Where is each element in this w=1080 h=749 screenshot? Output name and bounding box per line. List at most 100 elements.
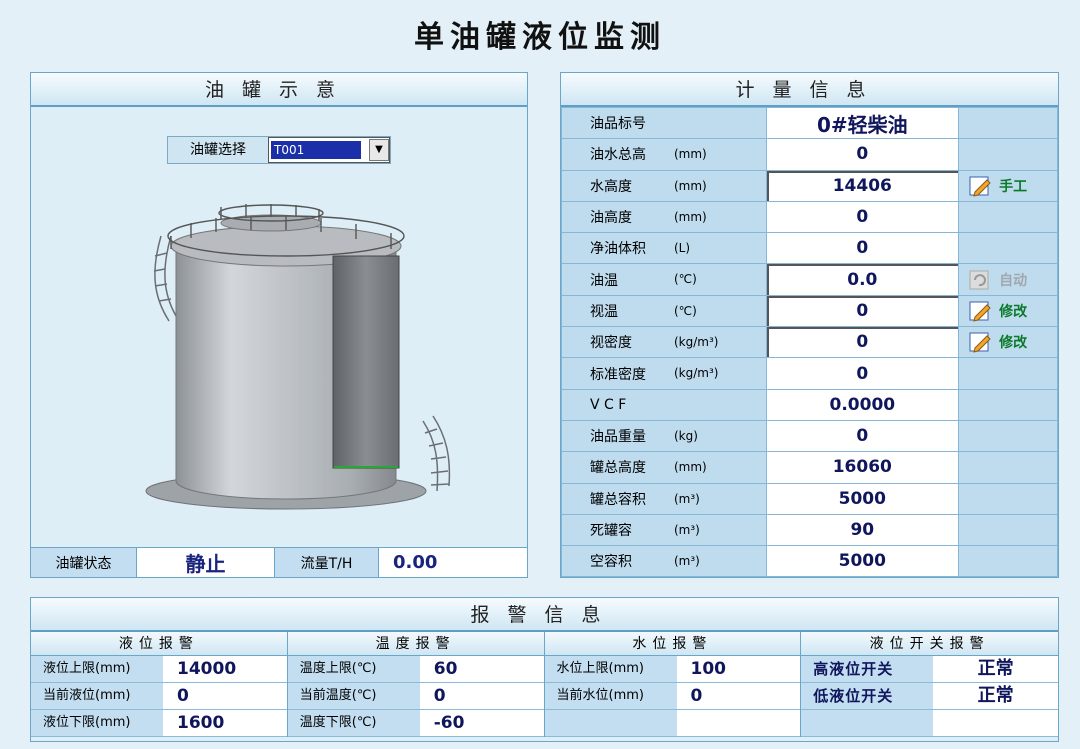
- measure-value-input[interactable]: 0.0: [765, 263, 960, 296]
- tank-panel-header: 油罐示意: [31, 73, 527, 107]
- measure-unit: (L): [674, 241, 691, 256]
- alarm-groups: 液位报警 液位上限(mm) 14000 当前液位(mm) 0 液位下限(mm) …: [31, 632, 1058, 737]
- alarm-label: 低液位开关: [801, 683, 934, 709]
- measure-value: 5000: [765, 545, 960, 578]
- measure-unit: (mm): [674, 147, 707, 162]
- table-row: V C F 0.0000: [561, 388, 1058, 421]
- flow-value: 0.00: [379, 548, 527, 577]
- alarm-group: 水位报警 水位上限(mm) 100 当前水位(mm) 0: [544, 632, 802, 737]
- refresh-icon: [969, 270, 989, 290]
- alarm-group-title: 水位报警: [544, 632, 801, 656]
- measurement-panel: 计量信息 油品标号 0#轻柴油 油水总高 (mm) 0 水高度 (mm) 144…: [560, 72, 1059, 578]
- measure-unit: (m³): [674, 491, 700, 506]
- alarm-group: 液位报警 液位上限(mm) 14000 当前液位(mm) 0 液位下限(mm) …: [31, 632, 288, 737]
- alarm-group-title: 液位报警: [31, 632, 287, 656]
- measure-value-input[interactable]: 0: [765, 294, 960, 328]
- table-row: 视密度 (kg/m³) 0 修改: [561, 326, 1058, 359]
- measure-unit: (kg): [674, 428, 698, 443]
- action-label: 自动: [999, 272, 1028, 289]
- table-row: 标准密度 (kg/m³) 0: [561, 357, 1058, 390]
- measure-value-input[interactable]: 14406: [765, 169, 960, 202]
- auto-button[interactable]: 自动: [959, 269, 1057, 291]
- edit-button[interactable]: 修改: [959, 331, 1057, 353]
- edit-button[interactable]: 手工: [959, 175, 1057, 197]
- measure-value: 0: [765, 200, 960, 234]
- measure-name: 罐总高度: [590, 460, 646, 477]
- measure-value: 0: [765, 357, 960, 390]
- oil-tank-illustration: [145, 204, 451, 510]
- tank-select-label: 油罐选择: [190, 142, 246, 158]
- alarm-value: -60: [419, 710, 544, 736]
- table-row: 罐总高度 (mm) 16060: [561, 451, 1058, 484]
- alarm-row: 温度下限(℃) -60: [287, 710, 544, 737]
- alarm-row: 液位下限(mm) 1600: [31, 710, 287, 737]
- measure-name: 油品标号: [590, 116, 646, 133]
- alarm-value: [933, 710, 1058, 736]
- measure-name: 标准密度: [590, 366, 646, 383]
- measure-unit: (m³): [674, 554, 700, 569]
- measure-unit: (℃): [674, 303, 697, 318]
- table-row: 视温 (℃) 0 修改: [561, 294, 1058, 328]
- measure-name: 油水总高: [590, 147, 646, 164]
- measure-name: V C F: [590, 396, 627, 413]
- alarm-value: 0: [419, 683, 544, 709]
- measure-name: 视密度: [590, 335, 632, 352]
- alarm-group-title: 液位开关报警: [801, 632, 1058, 656]
- measure-name: 油品重量: [590, 429, 646, 446]
- alarm-value: 正常: [933, 656, 1058, 682]
- pencil-icon: [969, 332, 991, 353]
- measure-name: 油温: [590, 272, 618, 289]
- tank-selector: 油罐选择 T001 ▼: [167, 136, 391, 164]
- alarm-row: 当前液位(mm) 0: [31, 683, 287, 710]
- measure-name: 罐总容积: [590, 491, 646, 508]
- measure-value: 0: [765, 232, 960, 265]
- table-row: 油品标号 0#轻柴油: [561, 106, 1058, 140]
- measure-value: 0: [765, 138, 960, 171]
- table-row: 油水总高 (mm) 0: [561, 138, 1058, 171]
- pencil-icon: [969, 301, 991, 322]
- pencil-icon: [969, 176, 991, 197]
- table-row: 油品重量 (kg) 0: [561, 419, 1058, 453]
- edit-button[interactable]: 修改: [959, 300, 1057, 322]
- flow-label: 流量T/H: [275, 548, 379, 577]
- measure-unit: (℃): [674, 272, 697, 287]
- alarm-label: 当前液位(mm): [31, 683, 163, 709]
- measure-unit: (mm): [674, 209, 707, 224]
- measure-unit: (kg/m³): [674, 335, 719, 350]
- alarm-value: 60: [419, 656, 544, 682]
- action-label: 修改: [999, 303, 1028, 320]
- alarm-row: [544, 710, 801, 737]
- measure-unit: (mm): [674, 460, 707, 475]
- alarm-label: 水位上限(mm): [544, 656, 677, 682]
- measure-name: 视温: [590, 303, 618, 320]
- alarm-row: 水位上限(mm) 100: [544, 656, 801, 683]
- chevron-down-icon[interactable]: ▼: [369, 139, 389, 161]
- measure-value-input[interactable]: 0: [765, 326, 960, 359]
- alarm-label: 液位上限(mm): [31, 656, 163, 682]
- alarm-row: 温度上限(℃) 60: [287, 656, 544, 683]
- action-label: 修改: [999, 335, 1028, 352]
- table-row: 水高度 (mm) 14406 手工: [561, 169, 1058, 202]
- measurement-table: 油品标号 0#轻柴油 油水总高 (mm) 0 水高度 (mm) 14406 手工…: [561, 106, 1058, 578]
- alarm-value: 0: [163, 683, 287, 709]
- tank-select-dropdown[interactable]: T001 ▼: [268, 137, 390, 163]
- tank-status-label: 油罐状态: [31, 548, 137, 577]
- alarm-row: 液位上限(mm) 14000: [31, 656, 287, 683]
- measure-name: 水高度: [590, 178, 632, 195]
- alarm-value: 0: [676, 683, 801, 709]
- alarm-value: [676, 710, 801, 736]
- alarm-label: 温度下限(℃): [287, 710, 420, 736]
- measure-value: 90: [765, 513, 960, 547]
- measure-name: 净油体积: [590, 241, 646, 258]
- page-title: 单油罐液位监测: [414, 20, 666, 55]
- measure-unit: (mm): [674, 178, 707, 193]
- alarm-row: 高液位开关 正常: [801, 656, 1058, 683]
- alarm-label: 当前水位(mm): [544, 683, 677, 709]
- alarm-value: 100: [676, 656, 801, 682]
- measure-value: 0#轻柴油: [765, 106, 960, 140]
- table-row: 油温 (℃) 0.0 自动: [561, 263, 1058, 296]
- alarm-value: 14000: [163, 656, 287, 682]
- measure-name: 死罐容: [590, 523, 632, 539]
- alarm-group: 温度报警 温度上限(℃) 60 当前温度(℃) 0 温度下限(℃) -60: [287, 632, 545, 737]
- measure-value: 16060: [765, 451, 960, 484]
